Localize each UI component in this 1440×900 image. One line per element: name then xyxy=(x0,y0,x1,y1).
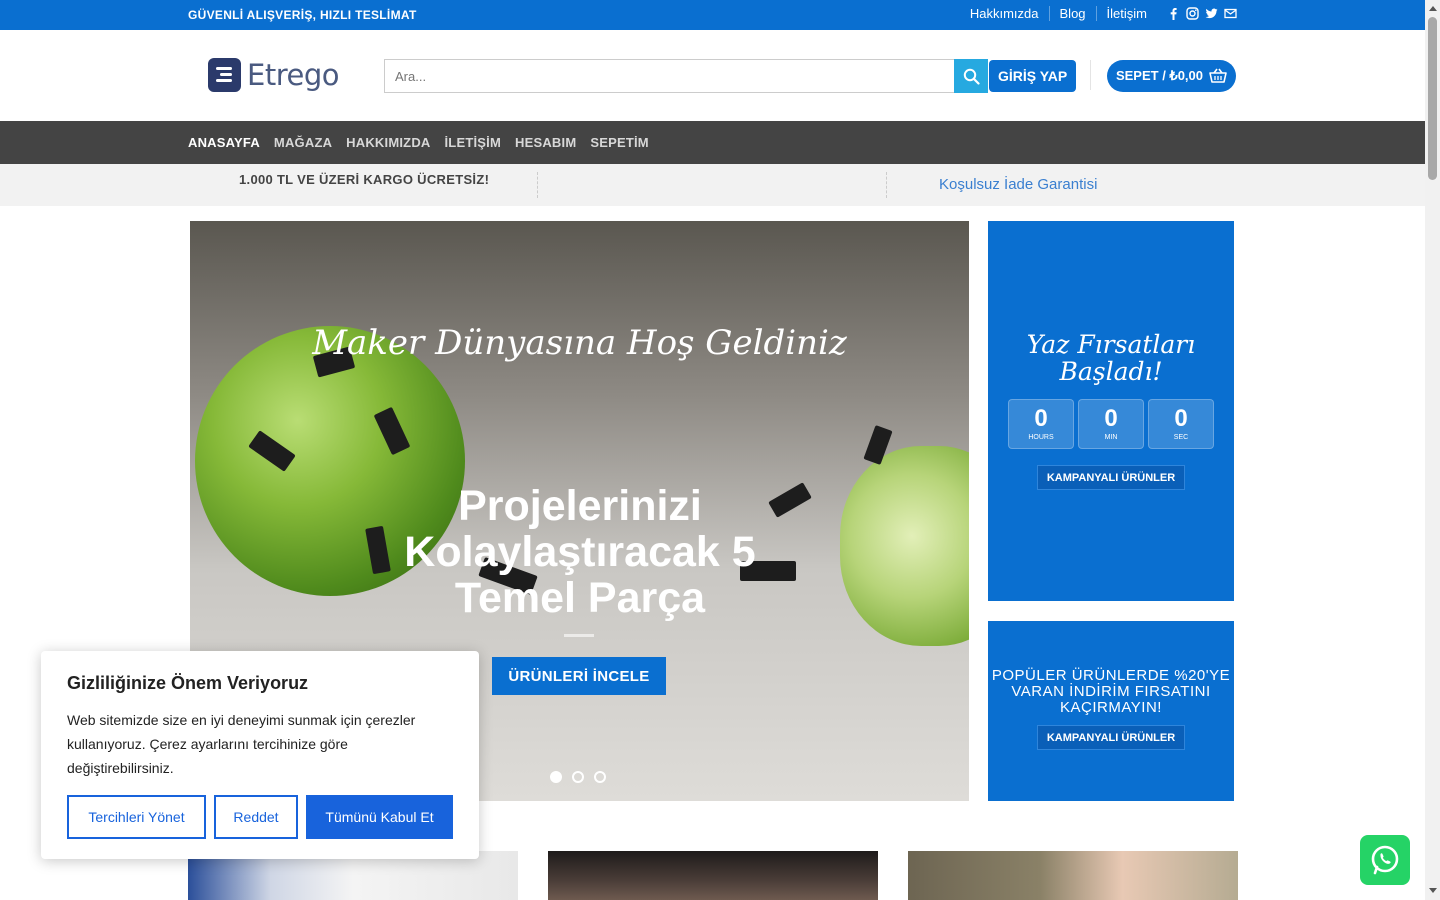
countdown-minutes: 0 MIN xyxy=(1078,399,1144,449)
free-shipping-message: 1.000 TL VE ÜZERİ KARGO ÜCRETSİZ! xyxy=(239,172,490,187)
site-header: Etrego GİRİŞ YAP SEPET / ₺0,00 xyxy=(0,30,1425,121)
cart-label: SEPET / ₺0,00 xyxy=(1115,68,1204,83)
slider-dot-3[interactable] xyxy=(594,771,606,783)
slider-dots xyxy=(550,771,606,783)
reject-button[interactable]: Reddet xyxy=(214,795,298,839)
slider-dot-1[interactable] xyxy=(550,771,562,783)
hero-apple-bitten-image xyxy=(840,446,969,646)
nav-item-cart[interactable]: SEPETİM xyxy=(590,135,648,150)
countdown-value: 0 xyxy=(1174,405,1188,432)
facebook-icon[interactable] xyxy=(1167,7,1180,20)
countdown-timer: 0 HOURS 0 MIN 0 SEC xyxy=(1008,399,1214,449)
promo-title: Yaz Fırsatları Başladı! xyxy=(1026,330,1196,386)
cookie-consent-dialog: Gizliliğinize Önem Veriyoruz Web sitemiz… xyxy=(41,651,479,859)
product-card-image[interactable] xyxy=(548,851,878,900)
twitter-icon[interactable] xyxy=(1205,7,1218,20)
countdown-label: HOURS xyxy=(1028,434,1054,441)
cookie-text: Web sitemizde size en iyi deneyimi sunma… xyxy=(67,712,416,776)
search-form xyxy=(384,59,988,93)
nav-item-shop[interactable]: MAĞAZA xyxy=(274,135,332,150)
hero-divider xyxy=(564,634,594,637)
search-icon xyxy=(963,68,980,85)
scroll-up-icon[interactable] xyxy=(1429,6,1437,11)
countdown-label: MIN xyxy=(1104,434,1118,441)
login-button[interactable]: GİRİŞ YAP xyxy=(989,60,1077,92)
campaign-products-button[interactable]: KAMPANYALI ÜRÜNLER xyxy=(1037,725,1185,750)
return-guarantee-message: Koşulsuz İade Garantisi xyxy=(939,176,1098,193)
countdown-hours: 0 HOURS xyxy=(1008,399,1074,449)
whatsapp-icon xyxy=(1371,845,1399,875)
logo-mark-icon xyxy=(208,58,241,92)
info-divider xyxy=(537,172,538,198)
cookie-title: Gizliliğinize Önem Veriyoruz xyxy=(67,673,309,693)
top-bar: GÜVENLİ ALIŞVERİŞ, HIZLI TESLİMAT Hakkım… xyxy=(0,0,1425,30)
basket-icon xyxy=(1209,68,1227,83)
main-nav: ANASAYFA MAĞAZA HAKKIMIZDA İLETİŞİM HESA… xyxy=(0,121,1425,164)
countdown-label: SEC xyxy=(1173,434,1189,441)
page-scrollbar[interactable] xyxy=(1425,0,1440,900)
hero-cta-button[interactable]: ÜRÜNLERİ İNCELE xyxy=(492,657,666,695)
nav-item-home[interactable]: ANASAYFA xyxy=(188,135,260,150)
social-icons xyxy=(1167,7,1237,20)
site-logo[interactable]: Etrego xyxy=(208,58,339,92)
top-link-about[interactable]: Hakkımızda xyxy=(960,6,1049,21)
countdown-value: 0 xyxy=(1104,405,1118,432)
search-input[interactable] xyxy=(384,59,954,93)
hero-headline: Projelerinizi Kolaylaştıracak 5 Temel Pa… xyxy=(404,482,756,622)
nav-item-contact[interactable]: İLETİŞİM xyxy=(445,135,502,150)
nav-item-about[interactable]: HAKKIMIZDA xyxy=(346,135,430,150)
countdown-value: 0 xyxy=(1034,405,1048,432)
nav-item-account[interactable]: HESABIM xyxy=(515,135,576,150)
scroll-down-icon[interactable] xyxy=(1429,888,1437,893)
logo-text: Etrego xyxy=(247,58,339,92)
top-bar-tagline: GÜVENLİ ALIŞVERİŞ, HIZLI TESLİMAT xyxy=(188,8,417,22)
cart-button[interactable]: SEPET / ₺0,00 xyxy=(1107,60,1236,92)
instagram-icon[interactable] xyxy=(1186,7,1199,20)
campaign-products-button[interactable]: KAMPANYALI ÜRÜNLER xyxy=(1037,465,1185,490)
scrollbar-thumb[interactable] xyxy=(1428,17,1437,180)
info-strip: 1.000 TL VE ÜZERİ KARGO ÜCRETSİZ! Koşuls… xyxy=(0,164,1425,206)
mail-icon[interactable] xyxy=(1224,7,1237,20)
top-link-contact[interactable]: İletişim xyxy=(1095,6,1157,21)
countdown-seconds: 0 SEC xyxy=(1148,399,1214,449)
summer-deals-promo: Yaz Fırsatları Başladı! 0 HOURS 0 MIN 0 … xyxy=(988,221,1234,601)
promo-text: POPÜLER ÜRÜNLERDE %20'YE VARAN İNDİRİM F… xyxy=(991,667,1231,716)
info-divider xyxy=(886,172,887,198)
header-divider xyxy=(1090,60,1091,90)
hero-script-title: Maker Dünyasına Hoş Geldiniz xyxy=(312,323,847,363)
search-button[interactable] xyxy=(954,59,988,93)
top-links: Hakkımızda Blog İletişim xyxy=(960,6,1237,21)
manage-preferences-button[interactable]: Tercihleri Yönet xyxy=(67,795,206,839)
product-card-image[interactable] xyxy=(908,851,1238,900)
accept-all-button[interactable]: Tümünü Kabul Et xyxy=(306,795,453,839)
whatsapp-button[interactable] xyxy=(1360,835,1410,885)
discount-promo: POPÜLER ÜRÜNLERDE %20'YE VARAN İNDİRİM F… xyxy=(988,621,1234,801)
slider-dot-2[interactable] xyxy=(572,771,584,783)
top-link-blog[interactable]: Blog xyxy=(1048,6,1096,21)
